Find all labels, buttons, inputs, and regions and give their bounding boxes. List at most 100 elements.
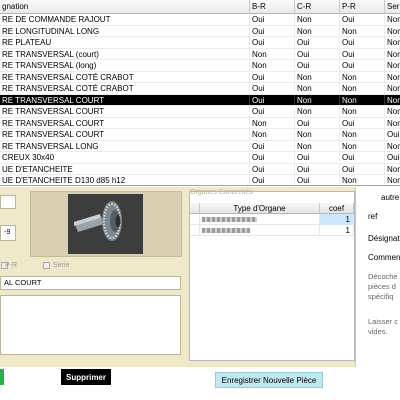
row-selector[interactable] <box>190 214 200 225</box>
pr-cell[interactable]: Non <box>340 83 385 94</box>
designation-cell[interactable]: RE TRANSVERSAL COURT <box>0 129 250 140</box>
parts-grid[interactable]: gnation B-R C-R P-R Seri RE DE COMMANDE … <box>0 0 400 186</box>
organe-type-cell[interactable] <box>200 225 320 236</box>
pr-cell[interactable]: Oui <box>340 152 385 163</box>
table-row[interactable]: RE TRANSVERSAL COURTOuiNonNonNon <box>0 106 400 118</box>
serie-cell[interactable]: Non <box>385 72 400 83</box>
designation-field[interactable]: AL COURT <box>0 276 181 290</box>
row-selector[interactable] <box>190 225 200 236</box>
serie-cell[interactable]: Non <box>385 83 400 94</box>
designation-cell[interactable]: RE TRANSVERSAL COURT <box>0 106 250 117</box>
organe-coef-cell[interactable]: 1 <box>320 214 354 225</box>
table-row[interactable]: RE TRANSVERSAL COURT Non Non Non Oui <box>0 129 400 141</box>
code-field[interactable] <box>0 195 16 209</box>
cr-cell[interactable]: Non <box>295 25 340 36</box>
column-header-type-organe[interactable]: Type d'Organe <box>200 203 320 214</box>
br-cell[interactable]: Non <box>250 129 295 140</box>
table-row[interactable]: RE TRANSVERSAL LONGOuiNonNonNon <box>0 140 400 152</box>
pr-cell[interactable]: Non <box>340 129 385 140</box>
organe-row[interactable]: 1 <box>190 214 354 225</box>
organe-row[interactable]: 1 <box>190 225 354 236</box>
delete-button[interactable]: Supprimer <box>61 369 111 385</box>
part-image-frame[interactable] <box>30 191 182 257</box>
cr-cell[interactable]: Oui <box>295 117 340 128</box>
designation-cell[interactable]: RE DE COMMANDE RAJOUT <box>0 14 250 25</box>
cr-cell[interactable]: Non <box>295 83 340 94</box>
br-cell[interactable]: Non <box>250 60 295 71</box>
cr-cell[interactable]: Oui <box>295 175 340 185</box>
organe-table[interactable]: Organes Concernés Type d'Organe coef 1 1 <box>189 189 355 361</box>
designation-cell[interactable]: RE LONGITUDINAL LONG <box>0 25 250 36</box>
cr-cell[interactable]: Non <box>295 14 340 25</box>
table-row[interactable]: RE TRANSVERSAL (court)NonOuiOuiNon <box>0 48 400 60</box>
column-header-designation[interactable]: gnation <box>0 0 250 14</box>
designation-cell[interactable]: RE TRANSVERSAL LONG <box>0 140 250 151</box>
br-cell[interactable]: Oui <box>250 94 295 105</box>
designation-cell[interactable]: RE TRANSVERSAL COTÉ CRABOT <box>0 83 250 94</box>
cr-cell[interactable]: Non <box>295 71 340 82</box>
serie-cell[interactable]: Non <box>385 175 400 185</box>
organe-coef-cell[interactable]: 1 <box>320 225 354 236</box>
serie-cell[interactable]: Non <box>385 141 400 152</box>
br-cell[interactable]: Oui <box>250 140 295 151</box>
column-header-pr[interactable]: P-R <box>340 0 385 14</box>
br-cell[interactable]: Oui <box>250 106 295 117</box>
br-cell[interactable]: Non <box>250 48 295 59</box>
cr-cell[interactable]: Oui <box>295 37 340 48</box>
designation-cell[interactable]: RE TRANSVERSAL COURT <box>0 117 250 128</box>
pr-cell[interactable]: Oui <box>340 163 385 174</box>
serie-cell[interactable]: Non <box>385 60 400 71</box>
cr-cell[interactable]: Oui <box>295 163 340 174</box>
column-header-coef[interactable]: coef <box>320 203 354 214</box>
br-cell[interactable]: Oui <box>250 163 295 174</box>
column-header-cr[interactable]: C-R <box>295 0 340 14</box>
pr-cell[interactable]: Non <box>340 71 385 82</box>
serie-checkbox[interactable] <box>43 262 50 269</box>
pr-cell[interactable]: Non <box>340 25 385 36</box>
serie-cell[interactable]: Oui <box>385 152 400 163</box>
pr-cell[interactable]: Oui <box>340 117 385 128</box>
cr-cell[interactable]: Oui <box>295 48 340 59</box>
pr-cell[interactable]: Oui <box>340 37 385 48</box>
designation-cell[interactable]: RE TRANSVERSAL (long) <box>0 60 250 71</box>
br-cell[interactable]: Oui <box>250 175 295 185</box>
cr-cell[interactable]: Oui <box>295 152 340 163</box>
pr-cell[interactable]: Oui <box>340 48 385 59</box>
comment-field[interactable] <box>0 295 181 355</box>
table-row-selected[interactable]: RE TRANSVERSAL COURTOuiNonNonNon <box>0 94 400 106</box>
br-cell[interactable]: Oui <box>250 14 295 25</box>
pr-cell[interactable]: Oui <box>340 14 385 25</box>
cr-cell[interactable]: Non <box>295 140 340 151</box>
table-row[interactable]: RE TRANSVERSAL (long)NonOuiOuiNon <box>0 60 400 72</box>
serie-cell[interactable]: Non <box>385 95 400 106</box>
cr-cell[interactable]: Non <box>295 94 340 105</box>
serie-cell[interactable]: Oui <box>385 129 400 140</box>
pr-cell[interactable]: Oui <box>340 60 385 71</box>
table-row[interactable]: RE DE COMMANDE RAJOUTOuiNonOuiNon <box>0 14 400 26</box>
green-action-button[interactable] <box>0 369 4 385</box>
cr-cell[interactable]: Non <box>295 106 340 117</box>
column-header-br[interactable]: B-R <box>250 0 295 14</box>
table-row[interactable]: UE D'ETANCHEITEOuiOuiOuiNon <box>0 163 400 175</box>
cr-cell[interactable]: Oui <box>295 60 340 71</box>
br-cell[interactable]: Oui <box>250 71 295 82</box>
organe-type-cell[interactable] <box>200 214 320 225</box>
table-row[interactable]: RE TRANSVERSAL COURTNonOuiOuiNon <box>0 117 400 129</box>
pr-cell[interactable]: Non <box>340 175 385 185</box>
table-row[interactable]: CREUX 30x40 Oui Oui Oui Oui <box>0 152 400 164</box>
pr-cell[interactable]: Non <box>340 140 385 151</box>
ref-field[interactable]: -9 <box>0 225 16 241</box>
designation-cell[interactable]: UE D'ETANCHEITE D130 d85 h12 <box>0 175 250 185</box>
serie-cell[interactable]: Non <box>385 26 400 37</box>
br-cell[interactable]: Non <box>250 117 295 128</box>
table-row[interactable]: UE D'ETANCHEITE D130 d85 h12OuiOuiNonNon <box>0 175 400 185</box>
column-header-serie[interactable]: Seri <box>385 0 400 14</box>
save-new-part-button[interactable]: Enregistrer Nouvelle Pièce <box>215 372 323 388</box>
serie-cell[interactable]: Non <box>385 14 400 25</box>
cr-cell[interactable]: Non <box>295 129 340 140</box>
serie-cell[interactable]: Non <box>385 118 400 129</box>
serie-cell[interactable]: Non <box>385 49 400 60</box>
table-row[interactable]: RE TRANSVERSAL COTÉ CRABOTOuiNonNonNon <box>0 83 400 95</box>
designation-cell[interactable]: UE D'ETANCHEITE <box>0 163 250 174</box>
table-row[interactable]: RE LONGITUDINAL LONGOuiNonNonNon <box>0 25 400 37</box>
